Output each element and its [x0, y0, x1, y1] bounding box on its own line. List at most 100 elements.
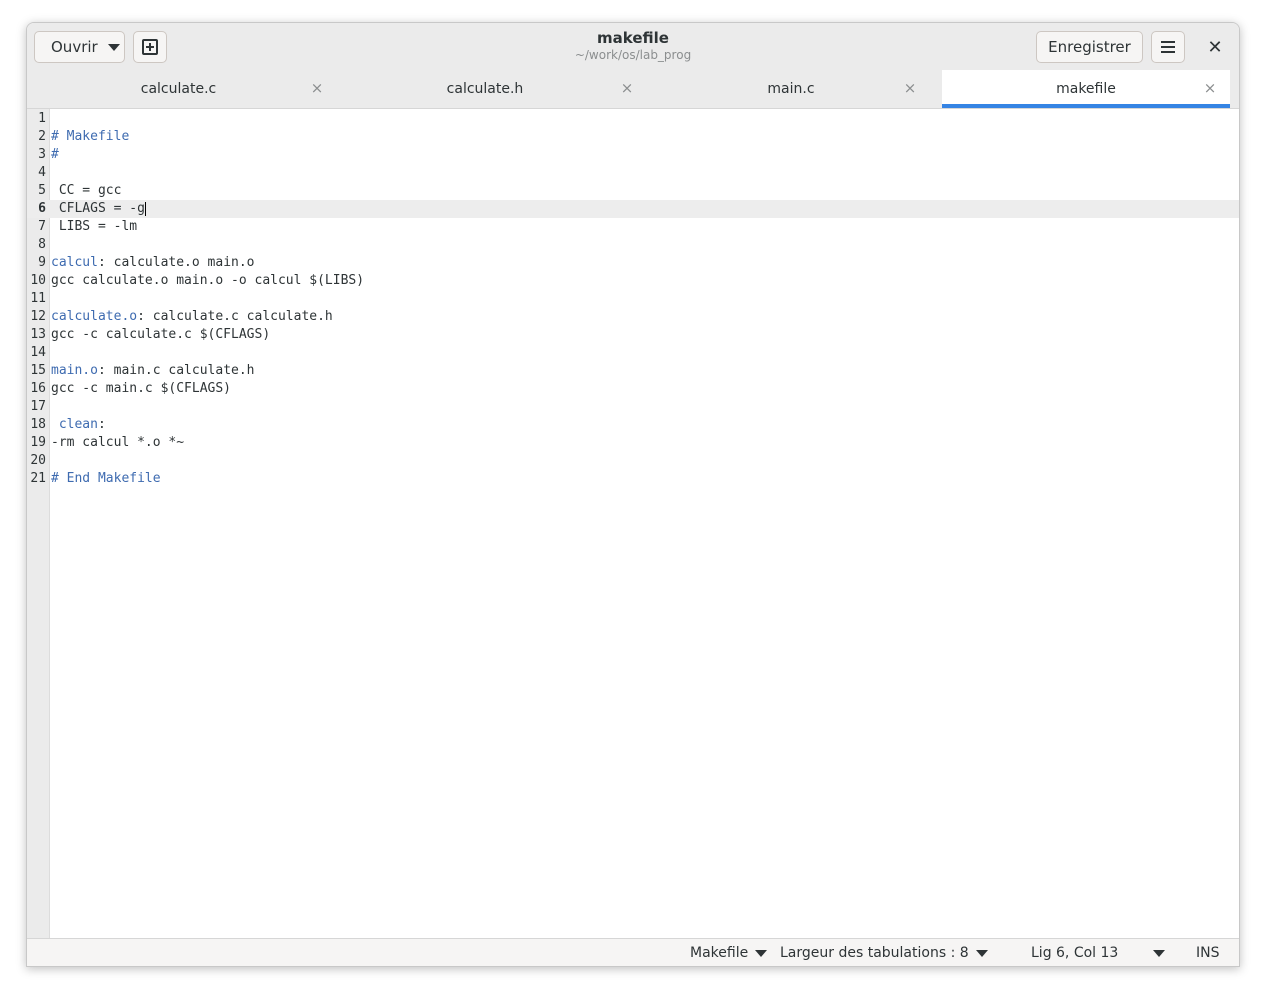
save-button[interactable]: Enregistrer [1036, 31, 1143, 63]
line-number: 4 [38, 165, 46, 180]
line-text: main.o: main.c calculate.h [51, 362, 255, 380]
line-text: # End Makefile [51, 470, 161, 488]
line-number: 8 [38, 237, 46, 252]
code-token: gcc -c main.c $(CFLAGS) [51, 381, 232, 396]
code-token: gcc -c calculate.c $(CFLAGS) [51, 327, 271, 342]
code-line[interactable]: 1 [27, 110, 1239, 128]
line-number: 12 [30, 309, 46, 324]
close-tab-icon[interactable]: × [309, 80, 325, 96]
line-number: 2 [38, 129, 46, 144]
line-text: gcc -c main.c $(CFLAGS) [51, 380, 231, 398]
code-line[interactable]: 5 CC = gcc [27, 182, 1239, 200]
tab-main-c[interactable]: main.c × [640, 70, 942, 108]
text-cursor [144, 201, 146, 216]
tab-calculate-h[interactable]: calculate.h × [330, 70, 640, 108]
code-token: -rm calcul *.o *~ [51, 435, 185, 450]
code-line[interactable]: 13 gcc -c calculate.c $(CFLAGS) [27, 326, 1239, 344]
line-text: -rm calcul *.o *~ [51, 434, 184, 452]
line-text: CFLAGS = -g [51, 200, 146, 218]
code-line[interactable]: 2 # Makefile [27, 128, 1239, 146]
tab-calculate-c[interactable]: calculate.c × [27, 70, 330, 108]
line-number: 16 [30, 381, 46, 396]
code-token: gcc calculate.o main.o -o calcul $(LIBS) [51, 273, 365, 288]
close-tab-icon[interactable]: × [619, 80, 635, 96]
tab-bar: calculate.c × calculate.h × main.c × mak… [27, 70, 1239, 109]
close-window-button[interactable]: ✕ [1199, 31, 1231, 63]
language-selector[interactable]: Makefile [690, 939, 768, 966]
line-number: 13 [30, 327, 46, 342]
insert-mode-indicator[interactable]: INS [1196, 939, 1220, 966]
line-text: gcc calculate.o main.o -o calcul $(LIBS) [51, 272, 364, 290]
highlighted-token: calculate.o [51, 309, 138, 324]
menu-button[interactable] [1151, 31, 1185, 63]
tab-label: calculate.c [140, 81, 217, 97]
hamburger-icon [1161, 41, 1175, 53]
code-line[interactable]: 20 [27, 452, 1239, 470]
code-token: : main.c calculate.h [97, 363, 255, 378]
code-line[interactable]: 4 [27, 164, 1239, 182]
code-line[interactable]: 9 calcul: calculate.o main.o [27, 254, 1239, 272]
cursor-position-selector[interactable]: Lig 6, Col 13 [1031, 939, 1165, 966]
line-number: 14 [30, 345, 46, 360]
code-token: : calculate.c calculate.h [137, 309, 333, 324]
header-bar: Ouvrir makefile ~/work/os/lab_prog Enreg… [27, 23, 1239, 71]
line-number: 3 [38, 147, 46, 162]
highlighted-token: calcul [51, 255, 98, 270]
highlighted-token: clean [58, 417, 98, 432]
line-number: 1 [38, 111, 46, 126]
code-line[interactable]: 7 LIBS = -lm [27, 218, 1239, 236]
code-line[interactable]: 3 # [27, 146, 1239, 164]
close-tab-icon[interactable]: × [902, 80, 918, 96]
line-number: 7 [38, 219, 46, 234]
tab-width-selector[interactable]: Largeur des tabulations : 8 [780, 939, 988, 966]
line-text: # Makefile [51, 128, 129, 146]
line-number: 9 [38, 255, 46, 270]
line-number: 11 [30, 291, 46, 306]
code-token: CC = gcc [51, 183, 122, 198]
code-line[interactable]: 19 -rm calcul *.o *~ [27, 434, 1239, 452]
line-number: 10 [30, 273, 46, 288]
tab-makefile[interactable]: makefile × [942, 70, 1230, 108]
tab-label: main.c [767, 81, 815, 97]
code-line[interactable]: 12 calculate.o: calculate.c calculate.h [27, 308, 1239, 326]
line-number: 15 [30, 363, 46, 378]
line-text: gcc -c calculate.c $(CFLAGS) [51, 326, 270, 344]
status-bar: Makefile Largeur des tabulations : 8 Lig… [27, 938, 1239, 966]
code-line[interactable]: 18 clean: [27, 416, 1239, 434]
highlighted-token: # Makefile [51, 129, 130, 144]
line-number: 17 [30, 399, 46, 414]
code-token: : [97, 417, 106, 432]
line-text: LIBS = -lm [51, 218, 137, 236]
line-number: 5 [38, 183, 46, 198]
code-line[interactable]: 10 gcc calculate.o main.o -o calcul $(LIB… [27, 272, 1239, 290]
line-number: 18 [30, 417, 46, 432]
code-line[interactable]: 15 main.o: main.c calculate.h [27, 362, 1239, 380]
highlighted-token: # End Makefile [51, 471, 161, 486]
line-number: 20 [30, 453, 46, 468]
chevron-down-icon [1153, 949, 1165, 957]
chevron-down-icon [975, 949, 988, 957]
language-label: Makefile [690, 945, 749, 961]
editor-window: Ouvrir makefile ~/work/os/lab_prog Enreg… [26, 22, 1240, 967]
line-text: CC = gcc [51, 182, 122, 200]
tab-label: calculate.h [446, 81, 524, 97]
code-token: : calculate.o main.o [97, 255, 255, 270]
close-tab-icon[interactable]: × [1202, 80, 1218, 96]
text-editor[interactable]: 1 2 # Makefile 3 #4 5 CC = gcc 6 CFLAGS = -g 7 … [27, 109, 1239, 938]
line-text: calcul: calculate.o main.o [51, 254, 255, 272]
tab-label: makefile [1056, 81, 1116, 97]
code-line[interactable]: 16 gcc -c main.c $(CFLAGS) [27, 380, 1239, 398]
code-line[interactable]: 21 # End Makefile [27, 470, 1239, 488]
highlighted-token: main.o [51, 363, 98, 378]
line-text: # [51, 146, 59, 164]
code-line[interactable]: 14 [27, 344, 1239, 362]
code-token: LIBS = -lm [51, 219, 138, 234]
code-line[interactable]: 6 CFLAGS = -g [27, 200, 1239, 218]
line-number: 21 [30, 471, 46, 486]
code-line[interactable]: 11 [27, 290, 1239, 308]
code-line[interactable]: 17 [27, 398, 1239, 416]
chevron-down-icon [755, 949, 768, 957]
code-line[interactable]: 8 [27, 236, 1239, 254]
tab-width-label: Largeur des tabulations : 8 [780, 945, 969, 961]
